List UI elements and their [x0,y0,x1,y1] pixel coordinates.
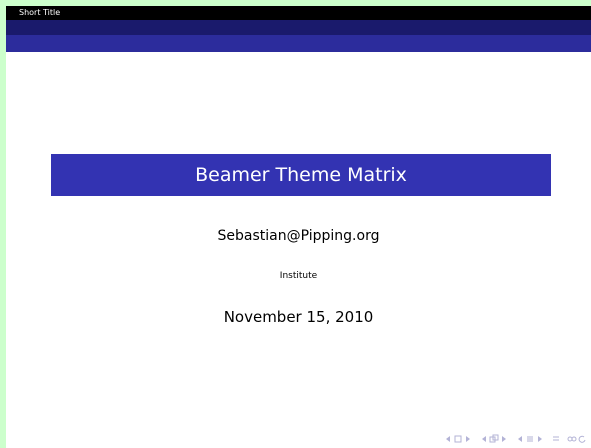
nav-slide-icon[interactable] [551,434,561,444]
nav-search-group [567,434,587,444]
nav-section-icon [525,434,535,444]
headline-bar: Short Title [6,6,591,20]
slide: Short Title Beamer Theme Matrix Sebastia… [6,6,591,448]
nav-frame-icon [453,434,463,444]
nav-search-icon[interactable] [567,434,577,444]
nav-subsection-group [479,434,509,444]
nav-doc-group [551,434,561,444]
title-box: Beamer Theme Matrix [51,154,551,196]
nav-frame-next-icon[interactable] [463,434,473,444]
header-band-lower [6,35,591,52]
header-band-upper [6,20,591,35]
nav-frame-group [443,434,473,444]
institute: Institute [279,271,318,281]
presentation-title: Beamer Theme Matrix [195,164,407,186]
nav-section-group [515,434,545,444]
nav-undo-icon[interactable] [577,434,587,444]
date: November 15, 2010 [223,308,374,326]
navigation-symbols [437,433,587,445]
nav-subsection-prev-icon[interactable] [479,434,489,444]
nav-section-prev-icon[interactable] [515,434,525,444]
nav-frame-prev-icon[interactable] [443,434,453,444]
nav-section-next-icon[interactable] [535,434,545,444]
author: Sebastian@Pipping.org [217,228,380,244]
short-title: Short Title [19,8,61,17]
nav-subsection-icon [489,434,499,444]
nav-subsection-next-icon[interactable] [499,434,509,444]
